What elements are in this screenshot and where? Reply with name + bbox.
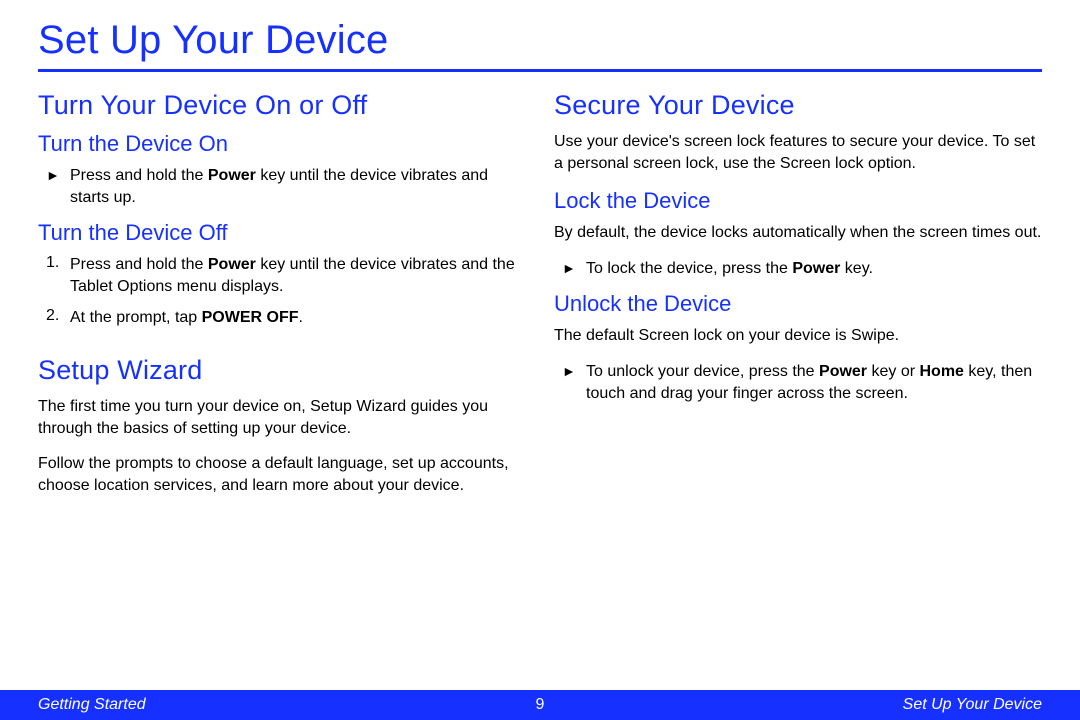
- right-column: Secure Your Device Use your device's scr…: [554, 86, 1042, 510]
- footer-right: Set Up Your Device: [555, 696, 1042, 714]
- numbered-item: 1. Press and hold the Power key until th…: [38, 254, 526, 297]
- bullet-text: Press and hold the Power key until the d…: [70, 165, 526, 208]
- heading-turn-on-off: Turn Your Device On or Off: [38, 90, 526, 121]
- bullet-text: To unlock your device, press the Power k…: [586, 361, 1042, 404]
- bullet-item: ► To unlock your device, press the Power…: [554, 361, 1042, 404]
- step-text: Press and hold the Power key until the d…: [70, 254, 526, 297]
- step-number: 2.: [46, 307, 70, 329]
- paragraph: Follow the prompts to choose a default l…: [38, 453, 526, 496]
- triangle-bullet-icon: ►: [562, 258, 586, 280]
- columns: Turn Your Device On or Off Turn the Devi…: [38, 86, 1042, 510]
- paragraph: The first time you turn your device on, …: [38, 396, 526, 439]
- page-footer: Getting Started 9 Set Up Your Device: [0, 690, 1080, 720]
- triangle-bullet-icon: ►: [46, 165, 70, 208]
- heading-secure-device: Secure Your Device: [554, 90, 1042, 121]
- heading-turn-on: Turn the Device On: [38, 131, 526, 157]
- footer-page-number: 9: [525, 696, 555, 714]
- bullet-text: To lock the device, press the Power key.: [586, 258, 873, 280]
- heading-setup-wizard: Setup Wizard: [38, 355, 526, 386]
- step-number: 1.: [46, 254, 70, 297]
- paragraph: Use your device's screen lock features t…: [554, 131, 1042, 174]
- heading-unlock-device: Unlock the Device: [554, 291, 1042, 317]
- page-title: Set Up Your Device: [38, 18, 1042, 63]
- footer-left: Getting Started: [38, 696, 525, 714]
- paragraph: By default, the device locks automatical…: [554, 222, 1042, 244]
- heading-lock-device: Lock the Device: [554, 188, 1042, 214]
- bullet-item: ► Press and hold the Power key until the…: [38, 165, 526, 208]
- page-container: Set Up Your Device Turn Your Device On o…: [0, 0, 1080, 720]
- paragraph: The default Screen lock on your device i…: [554, 325, 1042, 347]
- heading-turn-off: Turn the Device Off: [38, 220, 526, 246]
- step-text: At the prompt, tap POWER OFF.: [70, 307, 303, 329]
- triangle-bullet-icon: ►: [562, 361, 586, 404]
- numbered-item: 2. At the prompt, tap POWER OFF.: [38, 307, 526, 329]
- bullet-item: ► To lock the device, press the Power ke…: [554, 258, 1042, 280]
- title-rule: [38, 69, 1042, 72]
- left-column: Turn Your Device On or Off Turn the Devi…: [38, 86, 526, 510]
